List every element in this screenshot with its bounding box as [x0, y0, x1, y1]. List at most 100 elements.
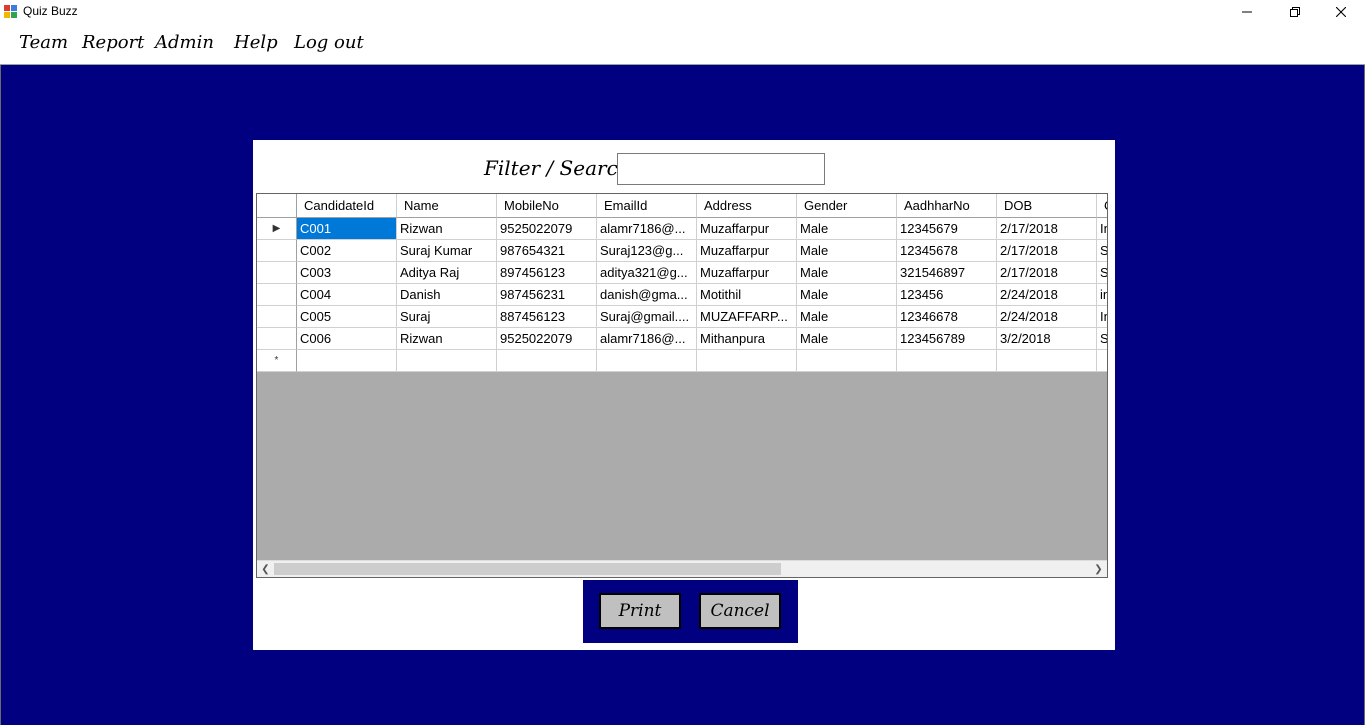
- table-cell[interactable]: 2/17/2018: [997, 218, 1097, 240]
- table-cell[interactable]: C003: [297, 262, 397, 284]
- row-header[interactable]: [257, 240, 297, 262]
- row-header[interactable]: ▶: [257, 218, 297, 240]
- table-row[interactable]: C004 Danish 987456231 danish@gma... Motithil…: [257, 284, 1107, 306]
- table-cell[interactable]: Rizwan: [397, 218, 497, 240]
- table-cell[interactable]: Rizwan: [397, 328, 497, 350]
- column-header[interactable]: Gender: [797, 194, 897, 218]
- search-input[interactable]: [617, 153, 825, 185]
- table-cell[interactable]: 3/2/2018: [997, 328, 1097, 350]
- table-cell[interactable]: C004: [297, 284, 397, 306]
- table-cell[interactable]: C001: [297, 218, 397, 240]
- table-cell[interactable]: 12345679: [897, 218, 997, 240]
- table-cell[interactable]: Suraj Kumar: [397, 240, 497, 262]
- table-row[interactable]: C005 Suraj 887456123 Suraj@gmail.... MUZAFFA…: [257, 306, 1107, 328]
- menu-help[interactable]: Help: [234, 32, 278, 53]
- table-row[interactable]: C006 Rizwan 9525022079 alamr7186@... Mithanp…: [257, 328, 1107, 350]
- table-cell[interactable]: [497, 350, 597, 372]
- table-cell[interactable]: 123456789: [897, 328, 997, 350]
- table-cell[interactable]: Male: [797, 240, 897, 262]
- table-cell[interactable]: 987456231: [497, 284, 597, 306]
- column-header[interactable]: Name: [397, 194, 497, 218]
- table-cell[interactable]: Male: [797, 328, 897, 350]
- table-cell[interactable]: Suraj123@g...: [597, 240, 697, 262]
- print-button[interactable]: Print: [599, 593, 681, 629]
- table-cell[interactable]: Muzaffarpur: [697, 218, 797, 240]
- table-cell[interactable]: [897, 350, 997, 372]
- table-cell[interactable]: Aditya Raj: [397, 262, 497, 284]
- table-cell[interactable]: [697, 350, 797, 372]
- close-button[interactable]: [1318, 0, 1364, 24]
- menu-admin[interactable]: Admin: [155, 32, 214, 53]
- table-cell[interactable]: Male: [797, 262, 897, 284]
- column-header[interactable]: MobileNo: [497, 194, 597, 218]
- table-cell[interactable]: alamr7186@...: [597, 218, 697, 240]
- column-header[interactable]: DOB: [997, 194, 1097, 218]
- table-cell[interactable]: S: [1097, 328, 1107, 350]
- horizontal-scrollbar[interactable]: ❮ ❯: [257, 560, 1107, 577]
- table-cell[interactable]: [997, 350, 1097, 372]
- menu-report[interactable]: Report: [82, 32, 144, 53]
- table-cell[interactable]: Motithil: [697, 284, 797, 306]
- table-cell[interactable]: 123456: [897, 284, 997, 306]
- table-cell[interactable]: aditya321@g...: [597, 262, 697, 284]
- table-cell[interactable]: 12346678: [897, 306, 997, 328]
- column-header[interactable]: EmailId: [597, 194, 697, 218]
- table-row[interactable]: ▶ C001 Rizwan 9525022079 alamr7186@... Muzaff…: [257, 218, 1107, 240]
- table-cell[interactable]: 2/17/2018: [997, 240, 1097, 262]
- row-header[interactable]: [257, 262, 297, 284]
- table-cell[interactable]: 2/24/2018: [997, 284, 1097, 306]
- table-row[interactable]: C002 Suraj Kumar 987654321 Suraj123@g... Muz…: [257, 240, 1107, 262]
- table-cell[interactable]: In: [1097, 306, 1107, 328]
- table-cell[interactable]: 321546897: [897, 262, 997, 284]
- row-header[interactable]: [257, 306, 297, 328]
- table-cell[interactable]: 9525022079: [497, 328, 597, 350]
- column-header[interactable]: Address: [697, 194, 797, 218]
- table-cell[interactable]: S: [1097, 240, 1107, 262]
- row-header[interactable]: [257, 328, 297, 350]
- cancel-button[interactable]: Cancel: [699, 593, 781, 629]
- column-header[interactable]: AadhharNo: [897, 194, 997, 218]
- minimize-button[interactable]: [1224, 0, 1270, 24]
- table-cell[interactable]: Male: [797, 306, 897, 328]
- table-cell[interactable]: 2/17/2018: [997, 262, 1097, 284]
- table-cell[interactable]: 897456123: [497, 262, 597, 284]
- table-cell[interactable]: [297, 350, 397, 372]
- candidate-grid[interactable]: CandidateId Name MobileNo EmailId Address Gen…: [256, 193, 1108, 578]
- scroll-left-icon[interactable]: ❮: [257, 561, 274, 577]
- table-cell[interactable]: in: [1097, 284, 1107, 306]
- table-cell[interactable]: [797, 350, 897, 372]
- table-cell[interactable]: 2/24/2018: [997, 306, 1097, 328]
- table-cell[interactable]: 987654321: [497, 240, 597, 262]
- table-cell[interactable]: [397, 350, 497, 372]
- restore-button[interactable]: [1272, 0, 1318, 24]
- table-cell[interactable]: Male: [797, 218, 897, 240]
- table-cell[interactable]: 12345678: [897, 240, 997, 262]
- column-header[interactable]: CandidateId: [297, 194, 397, 218]
- table-cell[interactable]: Male: [797, 284, 897, 306]
- table-cell[interactable]: In: [1097, 218, 1107, 240]
- table-cell[interactable]: 887456123: [497, 306, 597, 328]
- table-cell[interactable]: Danish: [397, 284, 497, 306]
- table-row[interactable]: C003 Aditya Raj 897456123 aditya321@g... Muz…: [257, 262, 1107, 284]
- scroll-thumb[interactable]: [274, 563, 781, 575]
- table-cell[interactable]: C006: [297, 328, 397, 350]
- table-cell[interactable]: Suraj: [397, 306, 497, 328]
- table-cell[interactable]: S: [1097, 262, 1107, 284]
- table-cell[interactable]: alamr7186@...: [597, 328, 697, 350]
- row-header[interactable]: [257, 284, 297, 306]
- table-cell[interactable]: C002: [297, 240, 397, 262]
- table-cell[interactable]: [1097, 350, 1107, 372]
- table-cell[interactable]: 9525022079: [497, 218, 597, 240]
- table-cell[interactable]: MUZAFFARP...: [697, 306, 797, 328]
- table-cell[interactable]: C005: [297, 306, 397, 328]
- column-header[interactable]: C: [1097, 194, 1107, 218]
- table-cell[interactable]: [597, 350, 697, 372]
- table-cell[interactable]: Muzaffarpur: [697, 240, 797, 262]
- new-row[interactable]: *: [257, 350, 1107, 372]
- table-cell[interactable]: danish@gma...: [597, 284, 697, 306]
- menu-team[interactable]: Team: [19, 32, 68, 53]
- scroll-right-icon[interactable]: ❯: [1090, 561, 1107, 577]
- table-cell[interactable]: Suraj@gmail....: [597, 306, 697, 328]
- table-cell[interactable]: Mithanpura: [697, 328, 797, 350]
- table-cell[interactable]: Muzaffarpur: [697, 262, 797, 284]
